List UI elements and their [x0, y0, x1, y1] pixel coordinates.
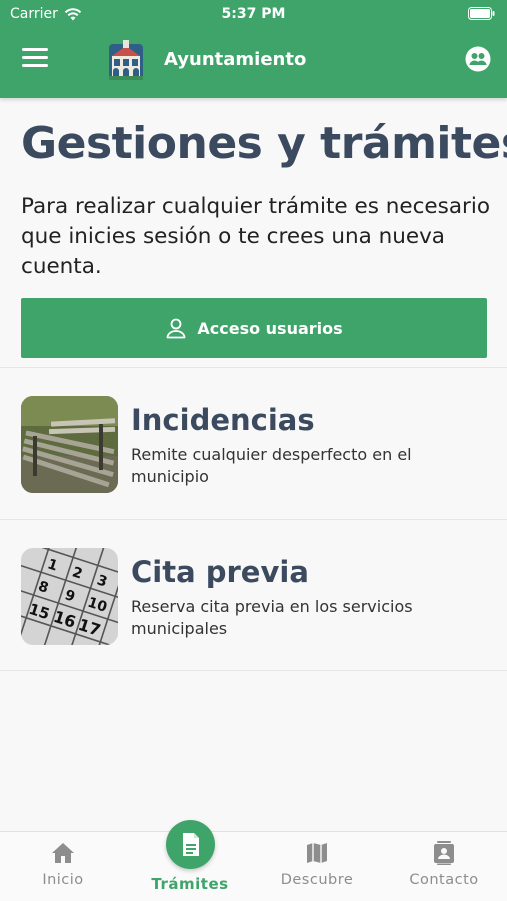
card-title-incidencias: Incidencias: [131, 403, 315, 437]
tab-tramites[interactable]: Trámites: [127, 820, 253, 901]
tab-descubre[interactable]: Descubre: [254, 832, 380, 901]
divider: [0, 670, 507, 671]
tab-inicio[interactable]: Inicio: [0, 832, 126, 901]
home-icon: [52, 843, 74, 863]
access-users-button[interactable]: Acceso usuarios: [21, 298, 487, 358]
status-bar: Carrier 5:37 PM: [0, 0, 507, 28]
users-profile-icon[interactable]: [465, 46, 491, 72]
tab-bar: Inicio Trámites Descubre Contacto: [0, 820, 507, 901]
map-icon: [307, 843, 327, 863]
cita-previa-thumbnail: 1 2 3 8 9 10 15 16 17: [21, 548, 118, 645]
intro-text: Para realizar cualquier trámite es neces…: [21, 194, 490, 279]
battery-icon: [468, 7, 495, 24]
tab-label-tramites: Trámites: [151, 875, 229, 893]
tab-contacto[interactable]: Contacto: [381, 832, 507, 901]
tab-label-descubre: Descubre: [280, 872, 354, 888]
contact-book-icon: [434, 841, 454, 865]
tab-label-contacto: Contacto: [409, 872, 479, 888]
status-time: 5:37 PM: [221, 6, 286, 22]
incidencias-thumbnail: [21, 396, 118, 493]
card-description-incidencias: Remite cualquier desperfecto en el munic…: [131, 445, 412, 486]
card-description-cita-previa: Reserva cita previa en los servicios mun…: [131, 597, 413, 638]
card-cita-previa[interactable]: 1 2 3 8 9 10 15 16 17 Cita previa Reserv…: [0, 520, 507, 670]
card-title-cita-previa: Cita previa: [131, 555, 309, 589]
app-header: Carrier 5:37 PM Ayuntamiento: [0, 0, 507, 98]
user-icon: [166, 318, 186, 339]
town-hall-logo-icon: [106, 38, 146, 82]
app-title: Ayuntamiento: [164, 49, 307, 70]
nav-bar: Ayuntamiento: [0, 36, 507, 84]
access-users-label: Acceso usuarios: [197, 318, 343, 338]
page-title: Gestiones y trámites: [21, 118, 507, 169]
tab-label-inicio: Inicio: [42, 872, 84, 888]
tab-active-indicator: [166, 820, 215, 869]
menu-icon[interactable]: [22, 48, 48, 70]
document-icon: [183, 833, 199, 856]
card-incidencias[interactable]: Incidencias Remite cualquier desperfecto…: [0, 368, 507, 518]
